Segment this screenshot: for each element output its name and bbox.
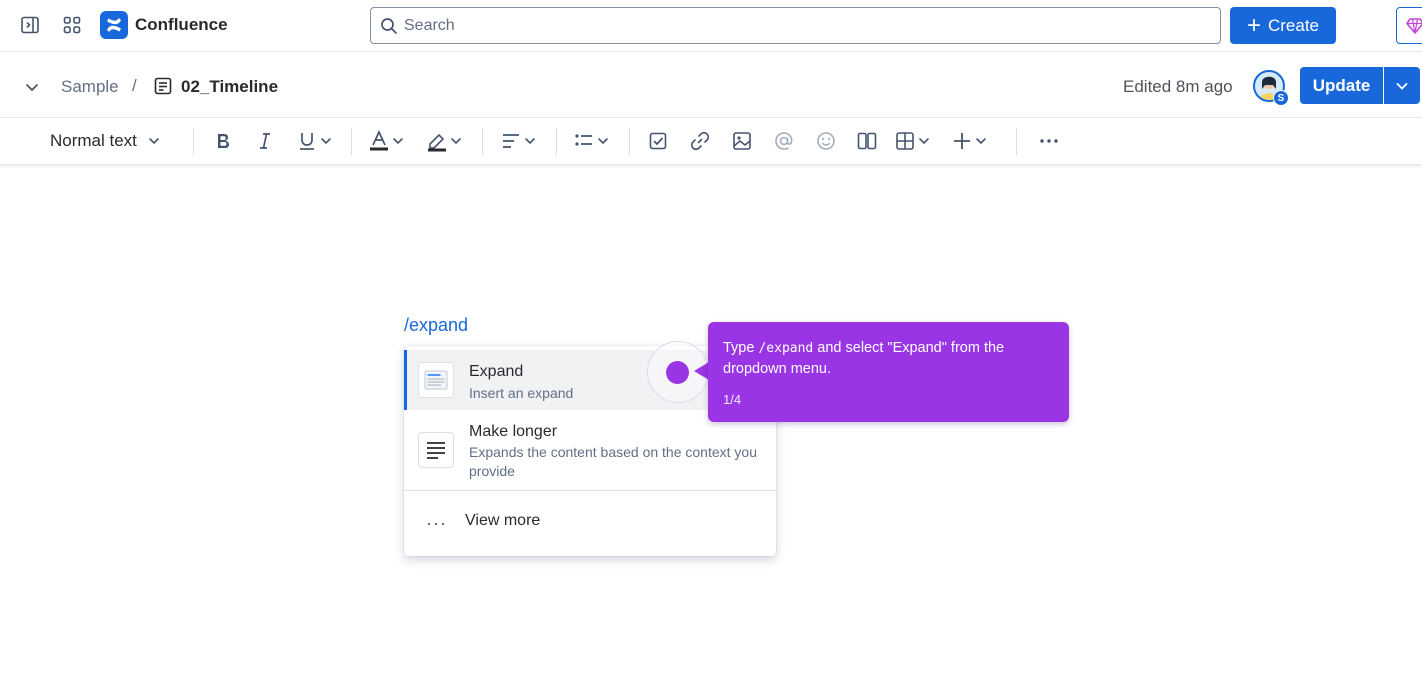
collapse-chevron-icon[interactable] — [22, 77, 42, 97]
search-icon — [380, 17, 398, 35]
guide-hotspot[interactable] — [666, 361, 689, 384]
toolbar-divider — [556, 128, 557, 155]
underline-dropdown[interactable] — [296, 127, 334, 155]
create-button[interactable]: + Create — [1230, 7, 1336, 44]
premium-button[interactable] — [1396, 7, 1422, 44]
text-lines-icon — [418, 432, 454, 468]
insert-dropdown[interactable] — [951, 127, 989, 155]
list-dropdown[interactable] — [573, 127, 611, 155]
menu-item-description: Expands the content based on the context… — [469, 444, 757, 479]
update-button[interactable]: Update — [1300, 67, 1383, 104]
table-icon — [896, 132, 914, 150]
bold-icon[interactable] — [212, 127, 234, 155]
tooltip-code: /expand — [758, 341, 814, 356]
sidebar-toggle-icon[interactable] — [16, 11, 44, 39]
top-navigation-bar: Confluence + Create — [0, 0, 1422, 52]
update-options-button[interactable] — [1384, 67, 1420, 104]
app-name[interactable]: Confluence — [135, 15, 228, 35]
plus-icon — [954, 133, 970, 149]
chevron-down-icon — [321, 138, 331, 145]
text-style-label: Normal text — [50, 131, 137, 150]
tooltip-arrow — [694, 362, 709, 380]
toolbar-divider — [1016, 128, 1017, 155]
task-icon[interactable] — [647, 127, 669, 155]
app-switcher-icon[interactable] — [58, 11, 86, 39]
slash-command-text[interactable]: /expand — [404, 315, 468, 336]
view-more-label: View more — [465, 512, 541, 529]
tooltip-text: Type /expand and select "Expand" from th… — [723, 340, 1005, 377]
menu-item-make-longer[interactable]: Make longer Expands the content based on… — [404, 410, 776, 490]
toolbar-divider — [482, 128, 483, 155]
edited-status: Edited 8m ago — [1123, 77, 1233, 96]
view-more-button[interactable]: ··· View more — [404, 491, 776, 553]
tooltip-step-counter: 1/4 — [723, 392, 742, 407]
italic-icon[interactable] — [254, 127, 276, 155]
search-input[interactable] — [404, 16, 1184, 35]
chevron-down-icon — [976, 138, 986, 145]
image-icon[interactable] — [731, 127, 753, 155]
page-icon — [153, 76, 173, 96]
align-left-icon — [503, 134, 519, 148]
chevron-down-icon — [919, 138, 929, 145]
menu-item-title: Make longer — [469, 423, 558, 440]
search-bar[interactable] — [370, 7, 1221, 44]
create-button-label: Create — [1267, 15, 1320, 35]
menu-item-title: Expand — [469, 363, 524, 380]
highlight-icon — [428, 133, 446, 152]
link-icon[interactable] — [689, 127, 711, 155]
editor-toolbar: Normal text — [0, 119, 1422, 164]
text-color-dropdown[interactable] — [368, 127, 406, 155]
breadcrumb-separator: / — [132, 76, 137, 95]
mention-icon[interactable] — [773, 127, 795, 155]
chevron-down-icon — [525, 138, 535, 145]
layout-icon[interactable] — [856, 127, 878, 155]
page-header-bar: Sample / 02_Timeline Edited 8m ago S Upd… — [0, 53, 1422, 118]
chevron-down-icon — [451, 138, 461, 145]
confluence-logo-icon[interactable] — [100, 11, 128, 39]
more-dots-icon: ··· — [426, 513, 447, 533]
avatar-badge: S — [1273, 90, 1289, 106]
emoji-icon[interactable] — [815, 127, 837, 155]
chevron-down-icon — [393, 138, 403, 145]
alignment-dropdown[interactable] — [500, 127, 538, 155]
text-color-icon — [370, 130, 388, 151]
more-icon[interactable] — [1038, 127, 1060, 155]
toolbar-divider — [351, 128, 352, 155]
bullet-list-icon — [575, 134, 592, 146]
text-style-dropdown[interactable]: Normal text — [50, 127, 165, 155]
page-title[interactable]: 02_Timeline — [181, 77, 278, 97]
chevron-down-icon — [598, 138, 608, 145]
guide-tooltip: Type /expand and select "Expand" from th… — [708, 322, 1069, 422]
toolbar-divider — [629, 128, 630, 155]
diamond-icon — [1406, 17, 1422, 34]
expand-icon — [418, 362, 454, 398]
highlight-dropdown[interactable] — [426, 127, 464, 155]
breadcrumb-space[interactable]: Sample — [61, 77, 119, 97]
toolbar-divider — [193, 128, 194, 155]
chevron-down-icon — [149, 138, 159, 145]
plus-icon: + — [1246, 11, 1261, 39]
underline-icon — [300, 133, 314, 150]
table-dropdown[interactable] — [894, 127, 932, 155]
chevron-down-icon — [1394, 78, 1410, 94]
